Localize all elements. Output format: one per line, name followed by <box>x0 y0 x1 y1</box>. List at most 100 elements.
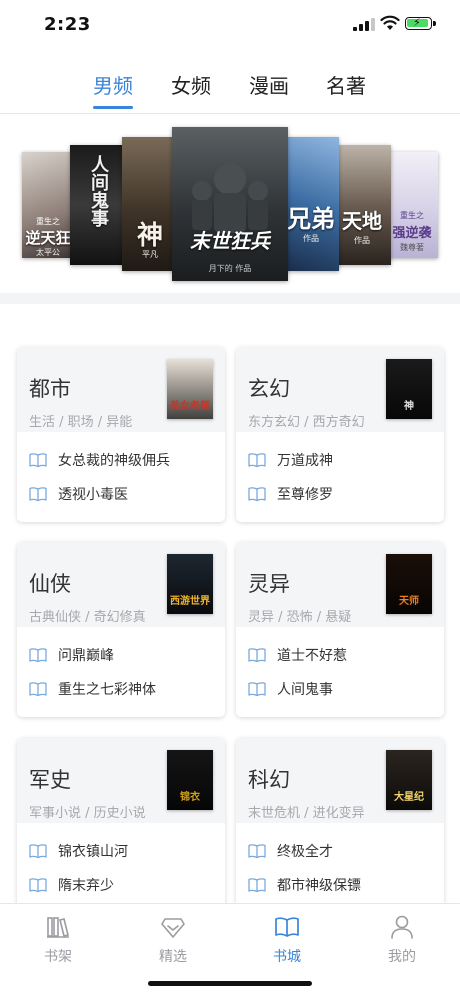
carousel-cover-featured[interactable]: 末世狂兵 月下的 作品 <box>172 127 288 281</box>
book-icon <box>248 648 266 663</box>
thumbnail-title: 西游世界 <box>170 596 210 607</box>
category-card-header[interactable]: 玄幻东方玄幻 / 西方奇幻 神 <box>236 347 444 432</box>
book-icon <box>29 682 47 697</box>
home-indicator <box>148 981 312 986</box>
book-link[interactable]: 都市神级保镖 <box>248 874 432 896</box>
book-link[interactable]: 至尊修罗 <box>248 483 432 505</box>
book-icon <box>275 917 299 937</box>
carousel-cover[interactable]: 重生之 强逆袭 魏尊著 <box>386 152 438 258</box>
book-title: 隋末弃少 <box>58 878 114 894</box>
category-cover-thumbnail[interactable]: 锦衣 <box>167 750 213 810</box>
book-link[interactable]: 问鼎巅峰 <box>29 644 213 666</box>
battery-icon: ⚡ <box>405 16 432 30</box>
battery-tip <box>433 21 436 26</box>
bookshelf-icon <box>47 917 69 938</box>
category-card-header[interactable]: 军史 军事小说 / 历史小说 锦衣 <box>17 738 225 823</box>
diamond-icon <box>161 918 185 938</box>
nav-bookshelf[interactable]: 书架 <box>18 910 98 972</box>
book-link[interactable]: 重生之七彩神体 <box>29 678 213 700</box>
book-link[interactable]: 人间鬼事 <box>248 678 432 700</box>
category-card[interactable]: 都市 生活 / 职场 / 异能 美女老师女总裁的神级佣兵 透视小毒医 <box>17 347 225 522</box>
book-title: 重生之七彩神体 <box>58 682 156 698</box>
book-title: 万道成神 <box>277 453 333 469</box>
tab-classics[interactable]: 名著 <box>316 70 376 99</box>
status-bar: 2:23 ⚡ <box>0 0 460 50</box>
book-title: 锦衣镇山河 <box>58 844 128 860</box>
book-icon <box>29 453 47 468</box>
book-title: 终极全才 <box>277 844 333 860</box>
category-card-header[interactable]: 灵异灵异 / 恐怖 / 悬疑 天师 <box>236 542 444 627</box>
book-icon <box>248 682 266 697</box>
nav-profile[interactable]: 我的 <box>362 910 442 972</box>
carousel-cover[interactable]: 兄弟 作品 <box>283 137 339 271</box>
carousel-cover[interactable]: 神 平凡 <box>122 137 178 271</box>
book-link[interactable]: 女总裁的神级佣兵 <box>29 449 213 471</box>
book-link[interactable]: 透视小毒医 <box>29 483 213 505</box>
tab-male[interactable]: 男频 <box>83 70 143 99</box>
category-card[interactable]: 灵异灵异 / 恐怖 / 悬疑 天师道士不好惹人间鬼事 <box>236 542 444 717</box>
cover-art <box>192 163 268 233</box>
category-cover-thumbnail[interactable]: 西游世界 <box>167 554 213 614</box>
cellular-signal-icon <box>353 18 375 31</box>
wifi-icon <box>380 15 400 30</box>
thumbnail-title: 天师 <box>399 596 419 607</box>
nav-label: 精选 <box>159 949 187 965</box>
category-title: 灵异 <box>248 572 290 596</box>
status-time: 2:23 <box>44 14 91 35</box>
thumbnail-title: 神 <box>404 401 414 412</box>
tab-female[interactable]: 女频 <box>161 70 221 99</box>
category-title: 都市 <box>29 377 71 401</box>
cover-carousel[interactable]: 重生之 逆天狂 太平公 人间鬼事 神 平凡 末世狂兵 月下的 作品 兄弟 作品 … <box>0 115 460 293</box>
category-title: 玄幻 <box>248 377 290 401</box>
book-title: 道士不好惹 <box>277 648 347 664</box>
category-card[interactable]: 军史 军事小说 / 历史小说 锦衣 锦衣镇山河 隋末弃少 <box>17 738 225 913</box>
category-tags: 灵异 / 恐怖 / 悬疑 <box>248 610 352 625</box>
carousel-cover[interactable]: 人间鬼事 <box>70 145 128 265</box>
category-card[interactable]: 玄幻东方玄幻 / 西方奇幻 神万道成神至尊修罗 <box>236 347 444 522</box>
book-icon <box>248 878 266 893</box>
category-card[interactable]: 仙侠古典仙侠 / 奇幻修真 西游世界问鼎巅峰重生之七彩神体 <box>17 542 225 717</box>
thumbnail-title: 锦衣 <box>180 792 200 803</box>
book-title: 人间鬼事 <box>277 682 333 698</box>
nav-bookstore[interactable]: 书城 <box>247 910 327 972</box>
nav-label: 书架 <box>44 949 72 965</box>
category-card-header[interactable]: 都市 生活 / 职场 / 异能 美女老师 <box>17 347 225 432</box>
thumbnail-title: 大星纪 <box>394 792 424 803</box>
tab-comics[interactable]: 漫画 <box>239 70 299 99</box>
category-tags: 军事小说 / 历史小说 <box>29 806 146 821</box>
tab-active-indicator <box>93 106 133 109</box>
category-cover-thumbnail[interactable]: 美女老师 <box>167 359 213 419</box>
category-title: 仙侠 <box>29 572 71 596</box>
category-cover-thumbnail[interactable]: 神 <box>386 359 432 419</box>
book-link[interactable]: 道士不好惹 <box>248 644 432 666</box>
book-icon <box>29 487 47 502</box>
book-icon <box>248 487 266 502</box>
book-title: 至尊修罗 <box>277 487 333 503</box>
category-card-header[interactable]: 仙侠古典仙侠 / 奇幻修真 西游世界 <box>17 542 225 627</box>
category-tags: 末世危机 / 进化变异 <box>248 806 365 821</box>
category-card-header[interactable]: 科幻 末世危机 / 进化变异 大星纪 <box>236 738 444 823</box>
book-title: 问鼎巅峰 <box>58 648 114 664</box>
book-link[interactable]: 终极全才 <box>248 840 432 862</box>
nav-label: 书城 <box>273 949 301 965</box>
category-tags: 东方玄幻 / 西方奇幻 <box>248 415 365 430</box>
book-link[interactable]: 万道成神 <box>248 449 432 471</box>
nav-featured[interactable]: 精选 <box>133 910 213 972</box>
category-card[interactable]: 科幻 末世危机 / 进化变异 大星纪 终极全才 都市神级保镖 <box>236 738 444 913</box>
book-icon <box>248 844 266 859</box>
book-icon <box>29 648 47 663</box>
book-link[interactable]: 隋末弃少 <box>29 874 213 896</box>
category-tags: 古典仙侠 / 奇幻修真 <box>29 610 146 625</box>
book-link[interactable]: 锦衣镇山河 <box>29 840 213 862</box>
category-cover-thumbnail[interactable]: 大星纪 <box>386 750 432 810</box>
thumbnail-title: 美女老师 <box>170 401 210 412</box>
book-title: 女总裁的神级佣兵 <box>58 453 170 469</box>
book-title: 都市神级保镖 <box>277 878 361 894</box>
book-icon <box>29 878 47 893</box>
book-icon <box>29 844 47 859</box>
category-cover-thumbnail[interactable]: 天师 <box>386 554 432 614</box>
carousel-cover[interactable]: 天地 作品 <box>333 145 391 265</box>
book-title: 透视小毒医 <box>58 487 128 503</box>
book-icon <box>248 453 266 468</box>
carousel-cover[interactable]: 重生之 逆天狂 太平公 <box>22 152 74 258</box>
